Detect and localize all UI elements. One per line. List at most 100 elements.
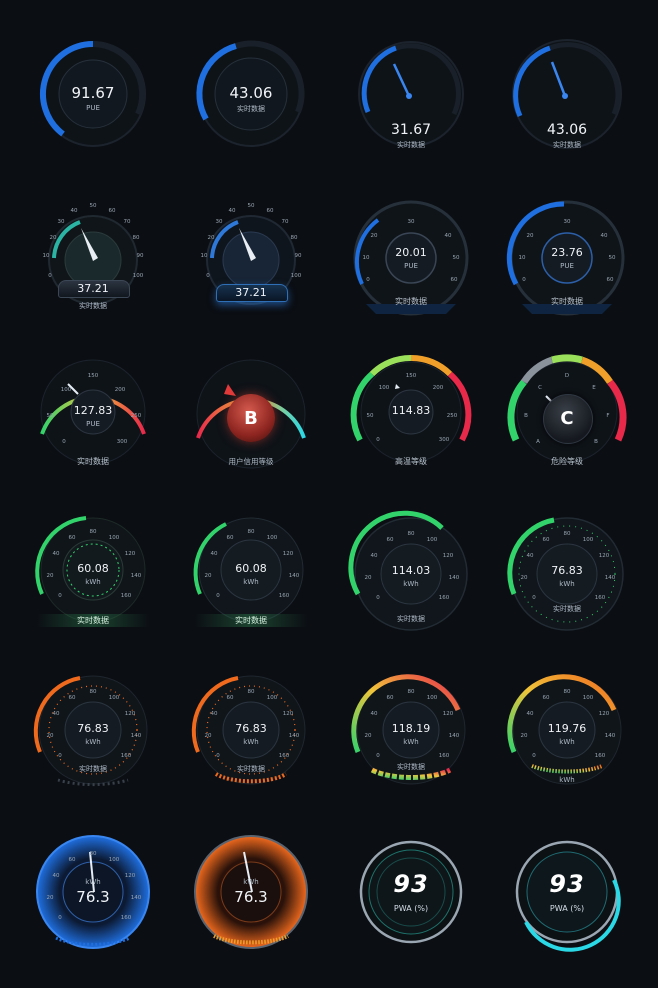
gauge-6-tick: 20 xyxy=(207,235,215,241)
gauge-13-tick: 0 xyxy=(58,593,62,599)
gauge-14-tick: 160 xyxy=(278,593,290,599)
gauge-13-tick: 100 xyxy=(108,535,120,541)
gauge-11-tick: 0 xyxy=(376,437,380,443)
gauge-5-tick: 100 xyxy=(132,273,144,279)
gauge-23: 93 PWA (%) xyxy=(346,834,476,984)
gauge-17-tick: 0 xyxy=(58,753,62,759)
gauge-7-tick: 60 xyxy=(450,277,458,283)
gauge-20-unit: kWh xyxy=(559,738,575,746)
gauge-3-value: 31.67 xyxy=(390,122,432,138)
gauge-21-tick: 80 xyxy=(89,851,97,857)
gauge-5: 0 10 20 30 40 50 60 70 80 90 100 37.21 实… xyxy=(28,200,158,350)
gauge-10-caption: 用户信用等级 xyxy=(228,457,274,466)
gauge-18-tick: 60 xyxy=(226,695,234,701)
gauge-5-tick: 70 xyxy=(123,219,131,225)
gauge-13-tick: 40 xyxy=(52,551,60,557)
gauge-13-tick: 80 xyxy=(89,529,97,535)
gauge-19-tick: 40 xyxy=(370,711,378,717)
gauge-19-unit: kWh xyxy=(403,738,419,746)
gauge-16: 0 20 40 60 80 100 120 140 160 76.83 kWh … xyxy=(502,514,632,664)
gauge-20-value: 119.76 xyxy=(547,722,587,735)
gauge-21-tick: 100 xyxy=(108,857,120,863)
gauge-16-tick: 0 xyxy=(532,595,536,601)
gauge-12-caption: 危险等级 xyxy=(551,457,583,466)
gauge-4-value: 43.06 xyxy=(546,122,588,138)
gauge-19-tick: 100 xyxy=(426,695,438,701)
gauge-6-tick: 40 xyxy=(228,208,236,214)
gauge-14: 0 20 40 60 80 100 120 140 160 60.08 kWh … xyxy=(186,514,316,664)
gauge-8-tick: 40 xyxy=(600,233,608,239)
gauge-12-tick: C xyxy=(538,385,542,391)
gauge-16-tick: 80 xyxy=(563,531,571,537)
gauge-12-tick: D xyxy=(564,373,570,379)
gauge-19-tick: 120 xyxy=(442,711,454,717)
gauge-14-tick: 100 xyxy=(266,535,278,541)
gauge-6-tick: 90 xyxy=(294,253,302,259)
gauge-24-unit: PWA (%) xyxy=(549,904,585,913)
gauge-5-tick: 30 xyxy=(57,219,65,225)
gauge-5-tick: 10 xyxy=(42,253,50,259)
gauge-12-tick: B xyxy=(594,439,598,445)
gauge-5-value: 37.21 xyxy=(77,282,109,295)
gauge-3: 31.67 实时数据 xyxy=(346,34,476,184)
gauge-15-unit: kWh xyxy=(403,580,419,588)
gauge-9-value: 127.83 xyxy=(73,404,113,417)
gauge-18-unit: kWh xyxy=(243,738,259,746)
gauge-21: 0 20 40 60 80 100 120 140 160 kWh 76.3 xyxy=(28,834,158,984)
gauge-21-unit: kWh xyxy=(85,878,101,886)
gauge-2-value: 43.06 xyxy=(229,84,273,102)
gauge-3-unit: 实时数据 xyxy=(397,141,425,149)
gauge-18-tick: 120 xyxy=(282,711,294,717)
gauge-20: 0 20 40 60 80 100 120 140 160 119.76 kWh… xyxy=(502,674,632,824)
gauge-20-tick: 40 xyxy=(526,711,534,717)
gauge-20-tick: 60 xyxy=(542,695,550,701)
gauge-9-tick: 200 xyxy=(114,387,126,393)
gauge-15-tick: 40 xyxy=(370,553,378,559)
gauge-24: 93 PWA (%) xyxy=(502,834,632,984)
gauge-14-tick: 0 xyxy=(216,593,220,599)
gauge-8-tick: 20 xyxy=(526,233,534,239)
gauge-14-unit: kWh xyxy=(243,578,259,586)
gauge-13-unit: kWh xyxy=(85,578,101,586)
gauge-15-tick: 60 xyxy=(386,537,394,543)
gauge-9-tick: 150 xyxy=(87,373,99,379)
gauge-17-tick: 40 xyxy=(52,711,60,717)
gauge-6-tick: 80 xyxy=(290,235,298,241)
gauge-13-tick: 60 xyxy=(68,535,76,541)
gauge-19-caption: 实时数据 xyxy=(397,763,425,771)
gauge-14-tick: 80 xyxy=(247,529,255,535)
gauge-6-tick: 10 xyxy=(200,253,208,259)
gauge-17-tick: 120 xyxy=(124,711,136,717)
gauge-15-value: 114.03 xyxy=(391,564,431,577)
gauge-20-tick: 100 xyxy=(582,695,594,701)
gauge-6: 0 10 20 30 40 50 60 70 80 90 100 37.21 xyxy=(186,200,316,350)
gauge-14-tick: 60 xyxy=(226,535,234,541)
gauge-18-tick: 40 xyxy=(210,711,218,717)
gauge-17-tick: 60 xyxy=(68,695,76,701)
gauge-20-tick: 0 xyxy=(532,753,536,759)
gauge-17-unit: kWh xyxy=(85,738,101,746)
gauge-7-tick: 20 xyxy=(370,233,378,239)
gauge-11-value: 114.83 xyxy=(391,404,431,417)
gauge-18-tick: 160 xyxy=(278,753,290,759)
gauge-11-tick: 200 xyxy=(432,385,444,391)
gauge-22-unit: kWh xyxy=(243,878,259,886)
gauge-6-value: 37.21 xyxy=(235,286,267,299)
gauge-22-value: 76.3 xyxy=(234,888,268,906)
gauge-19-value: 118.19 xyxy=(391,722,431,735)
gauge-12-tick: E xyxy=(592,385,596,391)
gauge-9-caption: 实时数据 xyxy=(77,457,109,466)
gauge-8-unit: PUE xyxy=(560,262,574,270)
gauge-5-tick: 60 xyxy=(108,208,116,214)
gauge-11: 0 50 100 150 200 250 300 114.83 高温等级 xyxy=(346,354,476,504)
gauge-5-tick: 0 xyxy=(48,273,52,279)
gauge-19-tick: 80 xyxy=(407,689,415,695)
gauge-15-tick: 100 xyxy=(426,537,438,543)
gauge-11-caption: 高温等级 xyxy=(395,457,427,466)
gauge-15-tick: 160 xyxy=(438,595,450,601)
gauge-12-grade: C xyxy=(560,408,574,429)
gauge-7-tick: 0 xyxy=(366,277,370,283)
gauge-17-tick: 160 xyxy=(120,753,132,759)
gauge-16-unit: kWh xyxy=(559,580,575,588)
gauge-7-caption: 实时数据 xyxy=(395,297,427,306)
